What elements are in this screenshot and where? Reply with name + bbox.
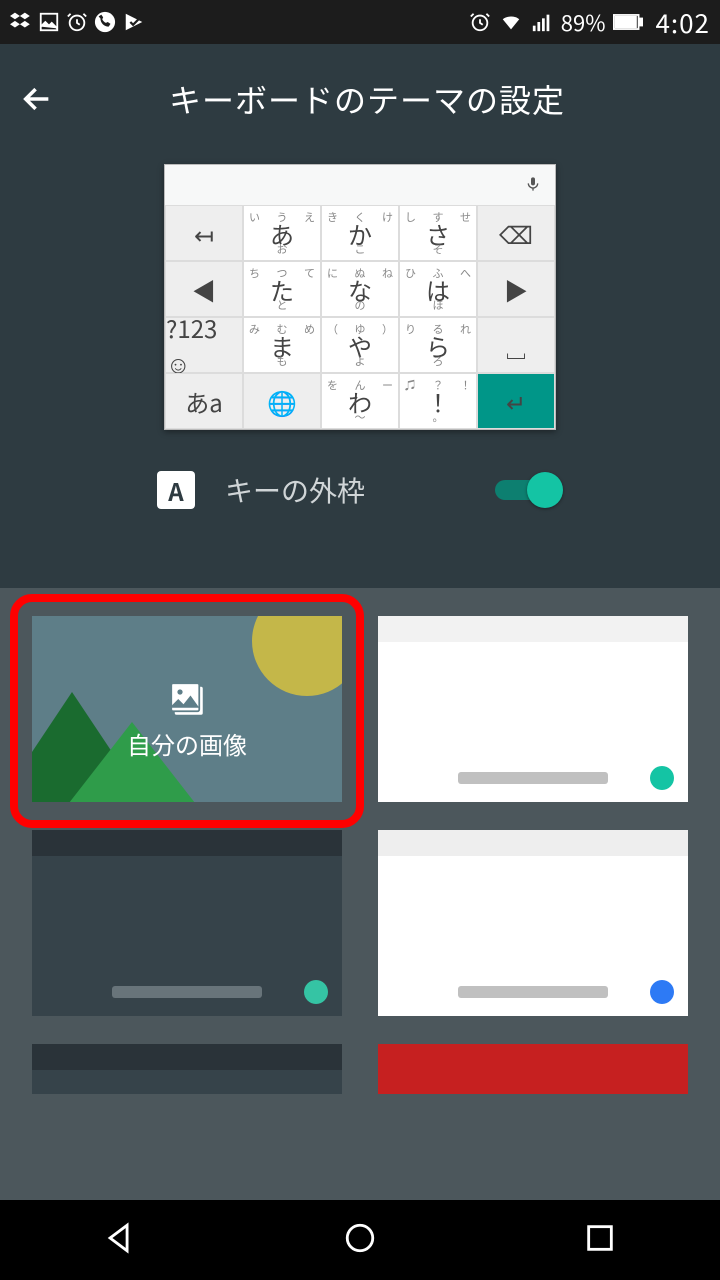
outline-icon: A: [157, 471, 195, 509]
outline-toggle-switch[interactable]: [495, 472, 563, 508]
theme-custom-image[interactable]: 自分の画像: [32, 616, 342, 802]
keyboard-key: ！♫！？。: [399, 373, 477, 429]
keyboard-key: 🌐: [243, 373, 321, 429]
battery-icon: [613, 13, 643, 31]
keyboard-key: や（）ゆよ: [321, 317, 399, 373]
alarm-icon: [66, 11, 88, 33]
keyboard-key: ?123 ☺: [165, 317, 243, 373]
key-outline-setting: A キーの外枠: [0, 430, 720, 550]
keyboard-key: あa: [165, 373, 243, 429]
dropbox-icon: [10, 11, 32, 33]
play-check-icon: [122, 11, 146, 33]
keyboard-key: さしせすそ: [399, 205, 477, 261]
theme-custom-label: 自分の画像: [32, 726, 342, 761]
nav-back-button[interactable]: [103, 1216, 137, 1265]
keyboard-key: ⌫: [477, 205, 555, 261]
accent-dot: [650, 980, 674, 1004]
battery-percent: 89%: [561, 6, 606, 38]
alarm-icon-2: [469, 11, 491, 33]
wifi-icon: [499, 11, 523, 33]
page-title: キーボードのテーマの設定: [34, 76, 700, 122]
keyboard-key: たちてつと: [243, 261, 321, 317]
keyboard-key: あいえうお: [243, 205, 321, 261]
image-icon: [38, 11, 60, 33]
keyboard-key: ▶: [477, 261, 555, 317]
keyboard-preview: ↤あいえうおかきけくこさしせすそ⌫ ◀たちてつとなにねぬのはひへふほ▶ ?123 ☺…: [164, 164, 556, 430]
keyboard-key: ↤: [165, 205, 243, 261]
image-icon: [166, 672, 208, 733]
outline-label: キーの外枠: [225, 470, 365, 510]
keyboard-key: ↵: [477, 373, 555, 429]
keyboard-key: ␣: [477, 317, 555, 373]
keyboard-key: ◀: [165, 261, 243, 317]
status-bar: 89% 4:02: [0, 0, 720, 44]
check-icon: [493, 646, 573, 751]
app-bar: キーボードのテーマの設定: [0, 44, 720, 154]
phone-icon: [94, 11, 116, 33]
android-nav-bar: [0, 1200, 720, 1280]
nav-home-button[interactable]: [343, 1216, 377, 1265]
keyboard-key: かきけくこ: [321, 205, 399, 261]
theme-grid: 自分の画像: [0, 588, 720, 1200]
nav-recent-button[interactable]: [583, 1216, 617, 1265]
keyboard-key: わをーん〜: [321, 373, 399, 429]
theme-partial-dark[interactable]: [32, 1044, 342, 1094]
theme-light[interactable]: [378, 830, 688, 1016]
theme-white[interactable]: [378, 616, 688, 802]
keyboard-key: なにねぬの: [321, 261, 399, 317]
theme-partial-red[interactable]: [378, 1044, 688, 1094]
signal-icon: [531, 11, 553, 33]
theme-dark[interactable]: [32, 830, 342, 1016]
keyboard-preview-topbar: [165, 165, 555, 205]
accent-dot: [304, 980, 328, 1004]
keyboard-key: まみめむも: [243, 317, 321, 373]
clock-time: 4:02: [655, 4, 710, 41]
keyboard-key: らりれるろ: [399, 317, 477, 373]
keyboard-key: はひへふほ: [399, 261, 477, 317]
mic-icon: [525, 171, 541, 200]
accent-dot: [650, 766, 674, 790]
keyboard-preview-container: ↤あいえうおかきけくこさしせすそ⌫ ◀たちてつとなにねぬのはひへふほ▶ ?123 ☺…: [0, 154, 720, 430]
